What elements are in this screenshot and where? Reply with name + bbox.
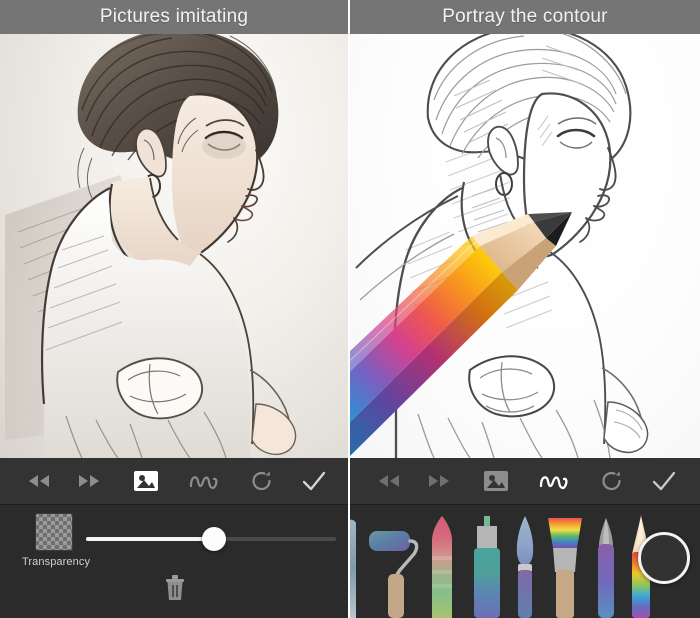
app-root: Pictures imitating Transparency Portray … (0, 0, 700, 618)
transparency-control[interactable]: Transparency (22, 513, 91, 568)
controls-panel-left: Transparency (0, 505, 348, 618)
redo-icon[interactable] (236, 458, 288, 504)
panel-left: Pictures imitating Transparency (0, 0, 350, 618)
fast-forward-icon[interactable] (64, 458, 114, 504)
confirm-check-icon[interactable] (638, 458, 690, 504)
rewind-icon[interactable] (14, 458, 64, 504)
pen-tool[interactable] (593, 514, 619, 618)
page-title-left: Pictures imitating (99, 6, 249, 27)
color-swatch[interactable] (638, 532, 690, 584)
redo-icon[interactable] (586, 458, 638, 504)
transparency-swatch[interactable] (35, 513, 73, 551)
round-brush-tool[interactable] (513, 514, 537, 618)
canvas-right[interactable] (350, 0, 700, 458)
slider-handle[interactable] (201, 527, 226, 551)
rainbow-pencil-graphic (350, 212, 572, 457)
confirm-check-icon[interactable] (288, 458, 340, 504)
line-art-contour-portrait (350, 26, 649, 458)
brush-tray-panel (350, 505, 700, 618)
delete-button[interactable] (162, 573, 188, 608)
highlighter-tool[interactable] (470, 514, 504, 618)
header-right: Portray the contour (350, 0, 700, 34)
fast-forward-icon[interactable] (414, 458, 464, 504)
image-layer-icon[interactable] (470, 458, 522, 504)
sepia-sketch-portrait (5, 29, 297, 458)
image-layer-icon[interactable] (120, 458, 172, 504)
page-title-right: Portray the contour (442, 6, 608, 27)
transparency-label: Transparency (22, 556, 91, 568)
sketch-stroke-icon[interactable] (528, 458, 580, 504)
sketch-stroke-icon[interactable] (178, 458, 230, 504)
panel-right: Portray the contour (350, 0, 700, 618)
slider-fill (86, 537, 214, 541)
rewind-icon[interactable] (364, 458, 414, 504)
paint-roller-tool[interactable] (368, 514, 420, 618)
crayon-tool[interactable] (428, 514, 456, 618)
flat-brush-tool[interactable] (546, 514, 584, 618)
brush-tool-partial[interactable] (350, 514, 362, 618)
toolbar-right (350, 458, 700, 505)
transparency-slider[interactable] (86, 527, 336, 551)
canvas-left[interactable] (0, 0, 348, 458)
toolbar-left (0, 458, 348, 505)
header-left: Pictures imitating (0, 0, 348, 34)
brush-tray (350, 505, 700, 618)
